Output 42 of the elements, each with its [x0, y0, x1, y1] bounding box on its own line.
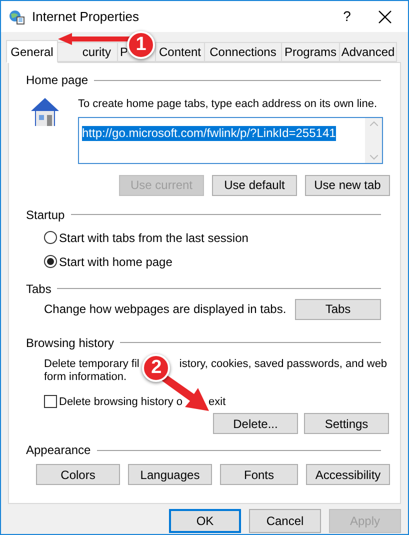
tab[interactable]: Content	[155, 42, 205, 62]
button[interactable]: Colors	[36, 464, 120, 485]
checkbox-label: exit	[208, 394, 226, 410]
step-number-marker: 2	[142, 354, 170, 382]
tabs-button[interactable]: Tabs	[295, 298, 381, 320]
home-page-description: To create home page tabs, type each address on its own line.	[78, 97, 378, 112]
dialog-button[interactable]: Cancel	[249, 509, 321, 533]
home-page-field[interactable]: http://go.microsoft.com/fwlink/p/?LinkId=255141	[78, 116, 383, 164]
tab[interactable]: curity	[57, 44, 118, 62]
tab[interactable]: Connections	[204, 42, 282, 62]
radio-button[interactable]	[44, 255, 57, 268]
tab[interactable]: General	[6, 40, 58, 63]
history-description: Delete temporary fil	[44, 358, 140, 370]
checkbox[interactable]	[44, 395, 57, 408]
house-icon	[30, 96, 60, 128]
dialog-button[interactable]: OK	[169, 509, 241, 533]
close-icon[interactable]	[378, 10, 392, 24]
tabs-description: Change how webpages are displayed in tabs.	[44, 301, 286, 318]
radio-label: Start with home page	[59, 254, 172, 270]
group-label: Home page	[26, 72, 88, 89]
window-title: Internet Properties	[32, 8, 139, 26]
button[interactable]: Fonts	[220, 464, 298, 485]
checkbox-label: Delete browsing history o	[59, 394, 183, 410]
button[interactable]: Use default	[212, 174, 297, 196]
radio-label: Start with tabs from the last session	[59, 230, 248, 246]
button[interactable]: Use new tab	[305, 174, 390, 196]
history-description: form information.	[44, 370, 127, 384]
url-text: http://go.microsoft.com/fwlink/p/?LinkId=255141	[82, 126, 336, 140]
group-label: Startup	[26, 206, 65, 224]
button[interactable]: Delete...	[213, 413, 298, 434]
button[interactable]: Accessibility	[306, 464, 390, 485]
tab[interactable]: Programs	[281, 42, 340, 62]
help-button[interactable]: ?	[324, 6, 370, 27]
button[interactable]: Languages	[128, 464, 212, 485]
group-label: Browsing history	[26, 334, 114, 352]
button[interactable]: Settings	[304, 413, 389, 434]
radio-button[interactable]	[44, 231, 57, 244]
group-label: Tabs	[26, 280, 52, 298]
history-description: istory, cookies, saved passwords, and web	[179, 358, 388, 370]
tab[interactable]: Advanced	[339, 42, 397, 62]
globe-icon	[9, 8, 25, 24]
group-label: Appearance	[26, 442, 91, 459]
